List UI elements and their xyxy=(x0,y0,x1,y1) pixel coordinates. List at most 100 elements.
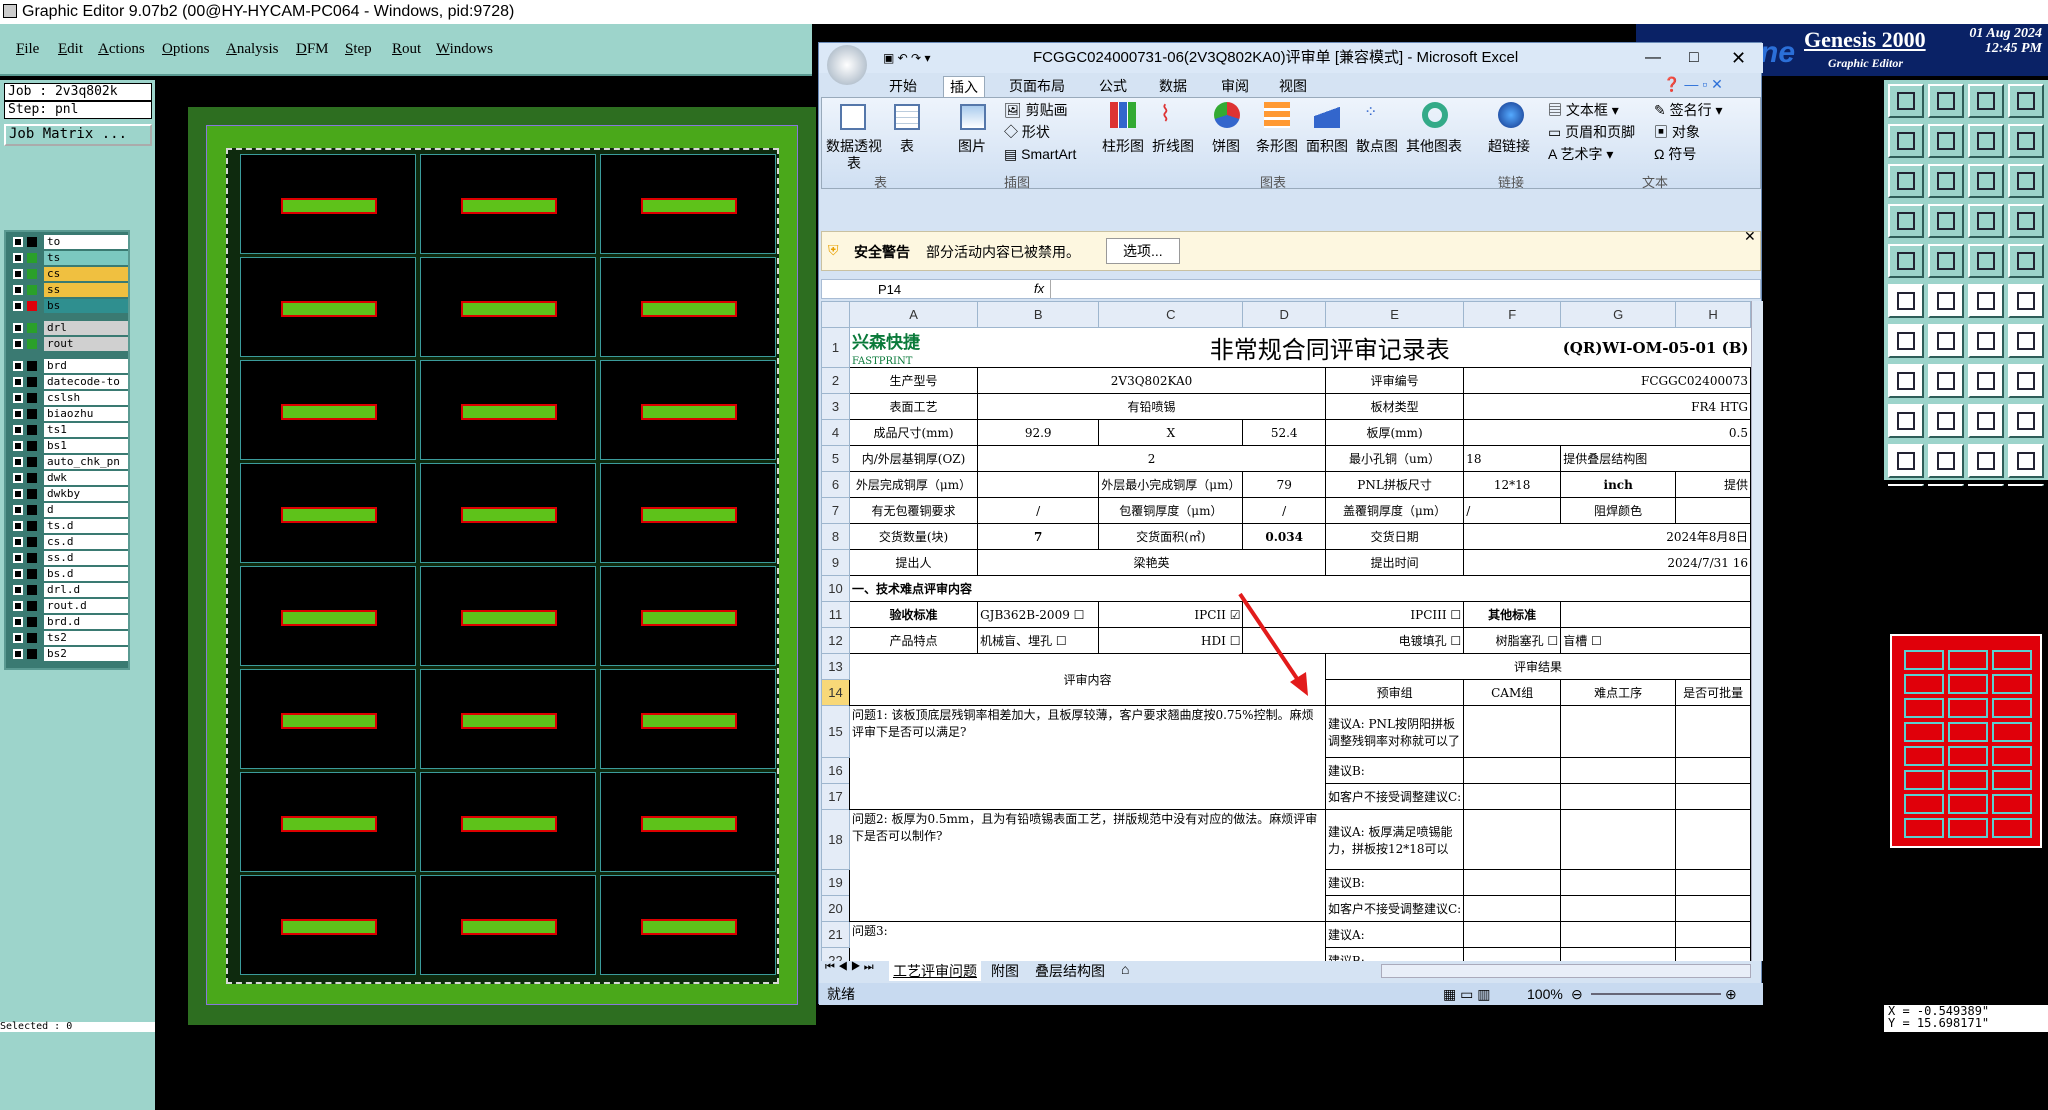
layer-row-cslsh[interactable]: cslsh xyxy=(8,391,128,406)
cell[interactable]: 2V3Q802KA0 xyxy=(977,367,1326,394)
sheet-tab-2[interactable]: 附图 xyxy=(991,961,1019,981)
cell[interactable]: 交货面积(㎡) xyxy=(1098,523,1244,550)
cell[interactable] xyxy=(1560,757,1677,784)
close-security-icon[interactable]: ✕ xyxy=(1744,228,1756,245)
cell[interactable] xyxy=(1560,783,1677,810)
cell[interactable]: 表面工艺 xyxy=(848,393,979,420)
layer-checkbox[interactable] xyxy=(13,489,23,499)
zoom-slider[interactable] xyxy=(1591,993,1721,995)
menu-dfm[interactable]: DFM xyxy=(296,41,329,58)
cell[interactable]: 板材类型 xyxy=(1324,393,1465,420)
row-header[interactable]: 16 xyxy=(821,757,850,784)
sheet-tab-1[interactable]: 工艺评审问题 xyxy=(889,961,981,981)
cell[interactable] xyxy=(1675,921,1751,948)
layer-row-ts1[interactable]: ts1 xyxy=(8,423,128,438)
tool-button-icon[interactable] xyxy=(1888,204,1924,238)
clipart-button[interactable]: 🖼 剪贴画 xyxy=(1004,102,1068,119)
tool-button-icon[interactable] xyxy=(2008,124,2044,158)
formula-input[interactable] xyxy=(1050,280,1750,298)
layer-row-biaozhu[interactable]: biaozhu xyxy=(8,407,128,422)
layer-name[interactable]: datecode-to xyxy=(44,375,128,389)
cell[interactable]: 2 xyxy=(977,445,1326,472)
layer-checkbox[interactable] xyxy=(13,409,23,419)
cell[interactable]: 2024年8月8日 xyxy=(1463,523,1751,550)
cell[interactable]: 阻焊颜色 xyxy=(1560,497,1677,524)
cell[interactable] xyxy=(977,471,1100,498)
menu-step[interactable]: Step xyxy=(345,41,372,58)
layer-checkbox[interactable] xyxy=(13,473,23,483)
layer-row-bs.d[interactable]: bs.d xyxy=(8,567,128,582)
cell[interactable]: 问题2: 板厚为0.5mm，且为有铅喷锡表面工艺，拼版规范中没有对应的做法。麻烦… xyxy=(848,809,1326,922)
layer-row-bs2[interactable]: bs2 xyxy=(8,647,128,662)
layer-name[interactable]: cs.d xyxy=(44,535,128,549)
layer-checkbox[interactable] xyxy=(13,253,23,263)
name-box[interactable]: P14 xyxy=(878,282,901,297)
cell[interactable]: 2024/7/31 16 xyxy=(1463,549,1751,576)
layer-name[interactable]: rout xyxy=(44,337,128,351)
layer-checkbox[interactable] xyxy=(13,269,23,279)
layer-row-to[interactable]: to xyxy=(8,235,128,250)
signature-button[interactable]: ✎ 签名行 ▾ xyxy=(1654,102,1723,119)
cell[interactable]: 其他标准 xyxy=(1463,601,1562,628)
cell[interactable] xyxy=(1675,757,1751,784)
fx-icon[interactable]: fx xyxy=(1034,281,1044,296)
cell[interactable] xyxy=(1463,895,1562,922)
picture-icon[interactable] xyxy=(960,104,986,130)
layer-checkbox[interactable] xyxy=(13,569,23,579)
layer-name[interactable]: bs.d xyxy=(44,567,128,581)
layer-row-datecode-to[interactable]: datecode-to xyxy=(8,375,128,390)
tool-button-icon[interactable] xyxy=(1888,444,1924,478)
tool-button-icon[interactable] xyxy=(2008,284,2044,318)
layer-checkbox[interactable] xyxy=(13,633,23,643)
cell[interactable]: / xyxy=(1242,497,1326,524)
cell[interactable]: 梁艳英 xyxy=(977,549,1326,576)
tool-button-icon[interactable] xyxy=(1968,364,2004,398)
tab-data[interactable]: 数据 xyxy=(1159,76,1187,96)
layer-row-ts[interactable]: ts xyxy=(8,251,128,266)
line-chart-button[interactable]: 折线图 xyxy=(1152,138,1194,155)
cell[interactable]: 验收标准 xyxy=(848,601,979,628)
cell[interactable] xyxy=(1560,705,1677,758)
tab-formulas[interactable]: 公式 xyxy=(1099,76,1127,96)
cell[interactable]: / xyxy=(977,497,1100,524)
tool-button-icon[interactable] xyxy=(1968,324,2004,358)
cell[interactable]: PNL拼板尺寸 xyxy=(1324,471,1465,498)
overview-minimap[interactable] xyxy=(1890,634,2042,848)
tool-button-icon[interactable] xyxy=(1888,324,1924,358)
cell[interactable]: 52.4 xyxy=(1242,419,1326,446)
row-header[interactable]: 22 xyxy=(821,947,850,961)
layer-checkbox[interactable] xyxy=(13,617,23,627)
tab-page-layout[interactable]: 页面布局 xyxy=(1009,76,1065,96)
layer-name[interactable]: ts2 xyxy=(44,631,128,645)
header-footer-button[interactable]: ▭ 页眉和页脚 xyxy=(1548,124,1635,141)
cell[interactable] xyxy=(1675,705,1751,758)
row-header[interactable]: 6 xyxy=(821,471,850,498)
layer-row-drl.d[interactable]: drl.d xyxy=(8,583,128,598)
cell[interactable]: 最小孔铜（um） xyxy=(1324,445,1465,472)
checkbox-icon[interactable]: ☐ xyxy=(1450,608,1461,622)
layer-name[interactable]: bs1 xyxy=(44,439,128,453)
textbox-button[interactable]: ▤ 文本框 ▾ xyxy=(1548,102,1619,119)
layer-name[interactable]: dwk xyxy=(44,471,128,485)
cell[interactable] xyxy=(1675,869,1751,896)
row-header[interactable]: 4 xyxy=(821,419,850,446)
tool-button-icon[interactable] xyxy=(1888,404,1924,438)
layer-checkbox[interactable] xyxy=(13,553,23,563)
pie-chart-button[interactable]: 饼图 xyxy=(1212,138,1240,155)
cell[interactable]: 评审编号 xyxy=(1324,367,1465,394)
cell[interactable] xyxy=(1463,947,1562,961)
tool-button-icon[interactable] xyxy=(1928,404,1964,438)
cell[interactable] xyxy=(1463,705,1562,758)
cell[interactable]: 交货数量(块) xyxy=(848,523,979,550)
tool-button-icon[interactable] xyxy=(1928,244,1964,278)
cell[interactable] xyxy=(1675,895,1751,922)
tool-button-icon[interactable] xyxy=(1968,124,2004,158)
cell[interactable] xyxy=(1463,921,1562,948)
tool-button-icon[interactable] xyxy=(2008,444,2044,478)
row-header[interactable]: 12 xyxy=(821,627,850,654)
cell[interactable]: 提供叠层结构图 xyxy=(1560,445,1751,472)
layer-checkbox[interactable] xyxy=(13,323,23,333)
layer-row-cs[interactable]: cs xyxy=(8,267,128,282)
tool-button-icon[interactable] xyxy=(2008,324,2044,358)
layer-row-bs1[interactable]: bs1 xyxy=(8,439,128,454)
